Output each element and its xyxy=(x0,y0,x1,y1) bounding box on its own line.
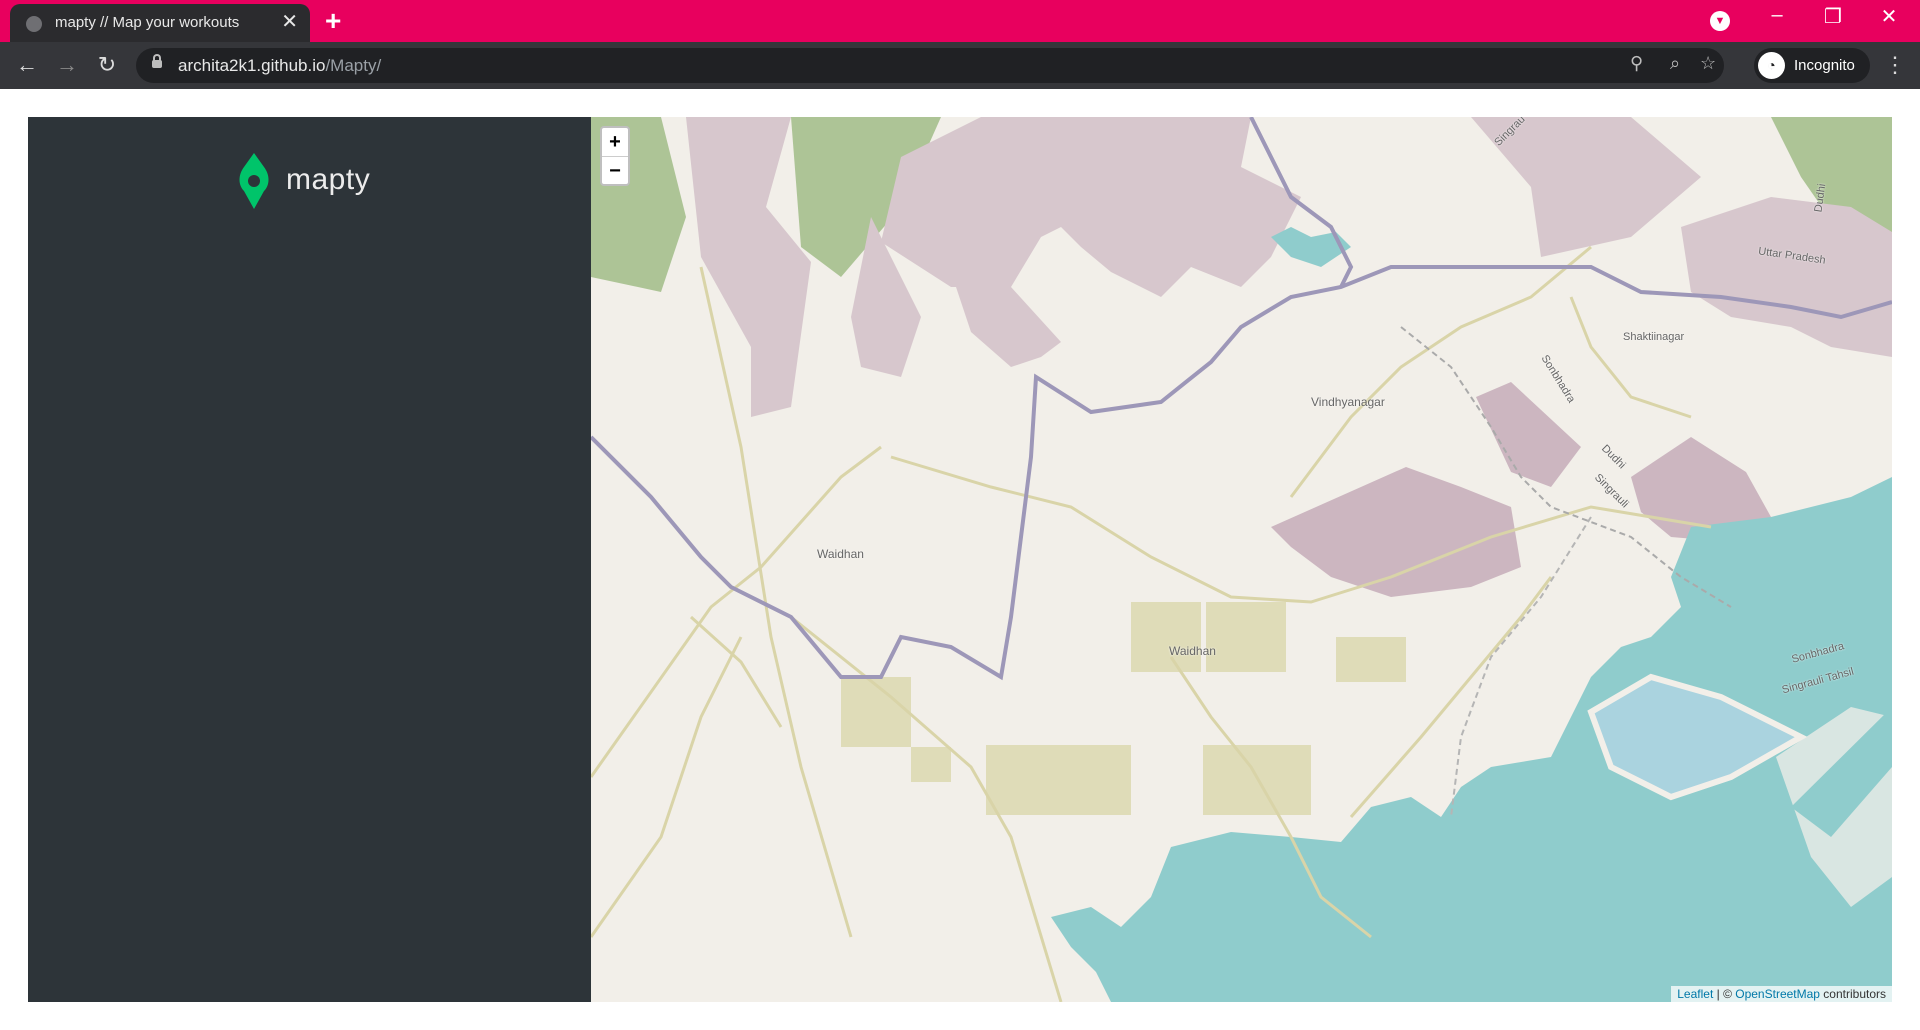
farmland xyxy=(1336,637,1406,682)
logo-text: mapty xyxy=(286,163,371,196)
restore-icon[interactable]: ❐ xyxy=(1810,4,1856,29)
farmland xyxy=(1206,602,1286,672)
place-label: Waidhan xyxy=(1169,644,1216,658)
url-path: /Mapty/ xyxy=(325,56,382,75)
farmland xyxy=(1131,602,1201,672)
place-label: Shaktiinagar xyxy=(1623,331,1685,343)
bookmark-star-icon[interactable]: ☆ xyxy=(1700,53,1716,74)
menu-dots-icon[interactable]: ⋮ xyxy=(1884,50,1906,80)
map-pin-icon xyxy=(239,153,269,209)
incognito-button[interactable]: ◔ Incognito xyxy=(1754,48,1870,83)
lock-icon[interactable] xyxy=(152,54,162,68)
url-host: archita2k1.github.io xyxy=(178,56,326,75)
forward-icon[interactable]: → xyxy=(52,50,82,80)
address-bar[interactable]: archita2k1.github.io/Mapty/ ⚲ ⌕ ☆ xyxy=(136,48,1724,83)
tab-title: mapty // Map your workouts xyxy=(55,14,240,31)
url-text[interactable]: archita2k1.github.io/Mapty/ xyxy=(178,56,381,76)
close-window-icon[interactable]: ✕ xyxy=(1866,4,1912,29)
farmland xyxy=(911,747,951,782)
back-icon[interactable]: ← xyxy=(12,50,42,80)
map-attribution: Leaflet | © OpenStreetMap contributors xyxy=(1671,986,1892,1002)
attribution-suffix: contributors xyxy=(1819,987,1886,1001)
globe-icon xyxy=(26,16,42,32)
incognito-icon: ◔ xyxy=(1758,52,1785,79)
zoom-in-button[interactable]: + xyxy=(602,128,628,157)
farmland xyxy=(986,745,1131,815)
minimize-icon[interactable]: – xyxy=(1754,4,1800,27)
leaflet-link[interactable]: Leaflet xyxy=(1677,987,1713,1001)
new-tab-button[interactable]: + xyxy=(325,6,341,36)
place-label: Vindhyanagar xyxy=(1311,395,1385,409)
zoom-icon[interactable]: ⌕ xyxy=(1670,53,1680,74)
zoom-control: + − xyxy=(600,126,630,186)
map-tiles[interactable] xyxy=(591,117,1892,1002)
incognito-label: Incognito xyxy=(1794,57,1855,74)
reserve-area xyxy=(881,117,1301,297)
farmland xyxy=(841,677,911,747)
map[interactable]: Vindhyanagar Waidhan Waidhan Shaktiinaga… xyxy=(591,117,1892,1002)
location-pin-icon[interactable]: ⚲ xyxy=(1630,53,1643,74)
place-label: Waidhan xyxy=(817,547,864,561)
reload-icon[interactable]: ↻ xyxy=(92,50,122,80)
tab-strip: mapty // Map your workouts ✕ + ▼ – ❐ ✕ xyxy=(0,0,1920,42)
browser-toolbar: ← → ↻ archita2k1.github.io/Mapty/ ⚲ ⌕ ☆ … xyxy=(0,42,1920,89)
sidebar: mapty xyxy=(28,117,591,1002)
tab-search-icon[interactable]: ▼ xyxy=(1710,11,1730,31)
reserve-area xyxy=(686,117,811,417)
zoom-out-button[interactable]: − xyxy=(602,157,628,185)
logo: mapty xyxy=(236,151,396,211)
industrial-area xyxy=(1271,467,1521,597)
close-tab-icon[interactable]: ✕ xyxy=(281,10,298,34)
osm-link[interactable]: OpenStreetMap xyxy=(1735,987,1820,1001)
reserve-area xyxy=(1681,197,1892,357)
browser-tab[interactable]: mapty // Map your workouts ✕ xyxy=(10,4,310,42)
attribution-separator: | © xyxy=(1713,987,1736,1001)
reserve-area xyxy=(956,287,1061,367)
